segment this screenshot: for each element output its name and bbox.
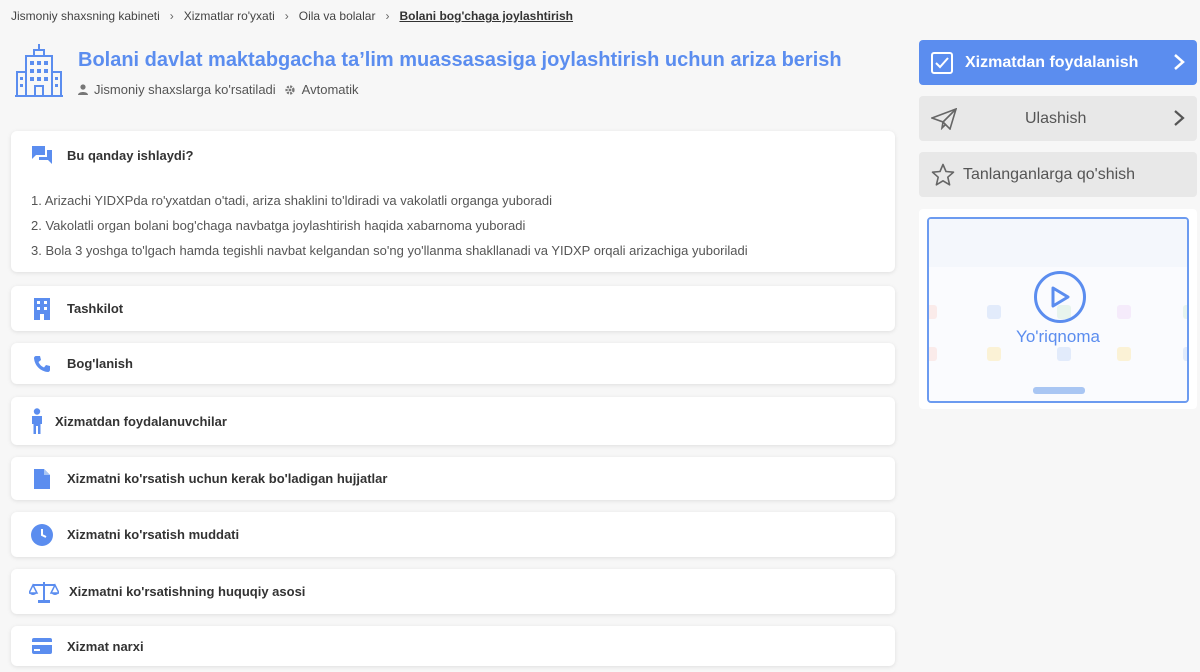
- chevron-right-icon: ›: [385, 9, 390, 23]
- breadcrumb-item-current[interactable]: Bolani bog'chaga joylashtirish: [399, 9, 573, 23]
- gear-icon: [285, 84, 295, 95]
- section-organization[interactable]: Tashkilot: [11, 286, 895, 331]
- audience-text: Jismoniy shaxslarga ko'rsatiladi: [94, 82, 276, 97]
- building-logo-icon: [15, 44, 63, 97]
- credit-card-icon: [32, 638, 52, 654]
- add-to-favorites-button[interactable]: Tanlanganlarga qo'shish: [919, 152, 1197, 197]
- breadcrumb-item-cabinet[interactable]: Jismoniy shaxsning kabineti: [11, 9, 160, 23]
- section-label: Tashkilot: [67, 301, 124, 316]
- video-thumbnail: Yo'riqnoma: [927, 217, 1189, 403]
- section-legal-basis[interactable]: Xizmatni ko'rsatishning huquqiy asosi: [11, 569, 895, 614]
- service-header: Bolani davlat maktabgacha ta’lim muassas…: [14, 42, 842, 100]
- section-label: Bog'lanish: [67, 356, 133, 371]
- audience-meta: Jismoniy shaxslarga ko'rsatiladi: [78, 82, 276, 97]
- section-price[interactable]: Xizmat narxi: [11, 626, 895, 666]
- breadcrumb-item-services[interactable]: Xizmatlar ro'yxati: [184, 9, 275, 23]
- section-label: Xizmatdan foydalanuvchilar: [55, 413, 227, 429]
- section-users[interactable]: Xizmatdan foydalanuvchilar: [11, 397, 895, 445]
- paper-plane-icon: [931, 107, 957, 130]
- breadcrumb-item-family[interactable]: Oila va bolalar: [299, 9, 376, 23]
- phone-icon: [34, 355, 50, 372]
- video-guide[interactable]: Yo'riqnoma: [919, 209, 1197, 409]
- favorites-label: Tanlanganlarga qo'shish: [963, 165, 1136, 183]
- document-icon: [34, 468, 50, 489]
- share-label: Ulashish: [1025, 109, 1087, 127]
- section-contact[interactable]: Bog'lanish: [11, 343, 895, 384]
- play-icon: [1051, 286, 1070, 308]
- video-label: Yo'riqnoma: [1016, 327, 1100, 346]
- checkbox-icon: [931, 51, 953, 74]
- chevron-right-icon: ›: [284, 9, 289, 23]
- chevron-right-icon: [1174, 54, 1185, 70]
- list-item: 1. Arizachi YIDXPda ro'yxatdan o'tadi, a…: [31, 193, 552, 208]
- section-documents[interactable]: Xizmatni ko'rsatish uchun kerak bo'ladig…: [11, 457, 895, 500]
- breadcrumb: Jismoniy shaxsning kabineti › Xizmatlar …: [11, 9, 573, 23]
- chevron-right-icon: ›: [169, 9, 174, 23]
- how-it-works-card: Bu qanday ishlaydi? 1. Arizachi YIDXPda …: [11, 131, 895, 272]
- section-label: Xizmatni ko'rsatish uchun kerak bo'ladig…: [67, 471, 388, 486]
- building-icon: [34, 297, 50, 320]
- section-label: Xizmatni ko'rsatish muddati: [67, 527, 240, 542]
- scales-icon: [29, 581, 59, 603]
- chevron-right-icon: [1174, 110, 1185, 126]
- use-service-label: Xizmatdan foydalanish: [965, 53, 1139, 71]
- list-item: 2. Vakolatli organ bolani bog'chaga navb…: [31, 218, 526, 233]
- list-item: 3. Bola 3 yoshga to'lgach hamda tegishli…: [31, 243, 748, 258]
- mode-text: Avtomatik: [301, 82, 359, 97]
- page-title: Bolani davlat maktabgacha ta’lim muassas…: [78, 49, 842, 71]
- chat-icon: [32, 146, 52, 164]
- section-duration[interactable]: Xizmatni ko'rsatish muddati: [11, 512, 895, 557]
- person-icon: [32, 408, 42, 434]
- mode-meta: Avtomatik: [284, 82, 359, 97]
- section-label: Xizmat narxi: [67, 638, 144, 654]
- how-it-works-title: Bu qanday ishlaydi?: [67, 147, 194, 163]
- star-icon: [931, 163, 955, 186]
- how-it-works-header[interactable]: Bu qanday ishlaydi?: [11, 131, 895, 166]
- action-sidebar: Xizmatdan foydalanish Ulashish Tanlangan…: [919, 40, 1197, 409]
- clock-icon: [31, 523, 53, 546]
- section-label: Xizmatni ko'rsatishning huquqiy asosi: [69, 584, 306, 599]
- play-button[interactable]: [1034, 271, 1086, 323]
- user-icon: [78, 84, 88, 95]
- use-service-button[interactable]: Xizmatdan foydalanish: [919, 40, 1197, 85]
- steps-list: 1. Arizachi YIDXPda ro'yxatdan o'tadi, a…: [31, 188, 895, 263]
- share-button[interactable]: Ulashish: [919, 96, 1197, 141]
